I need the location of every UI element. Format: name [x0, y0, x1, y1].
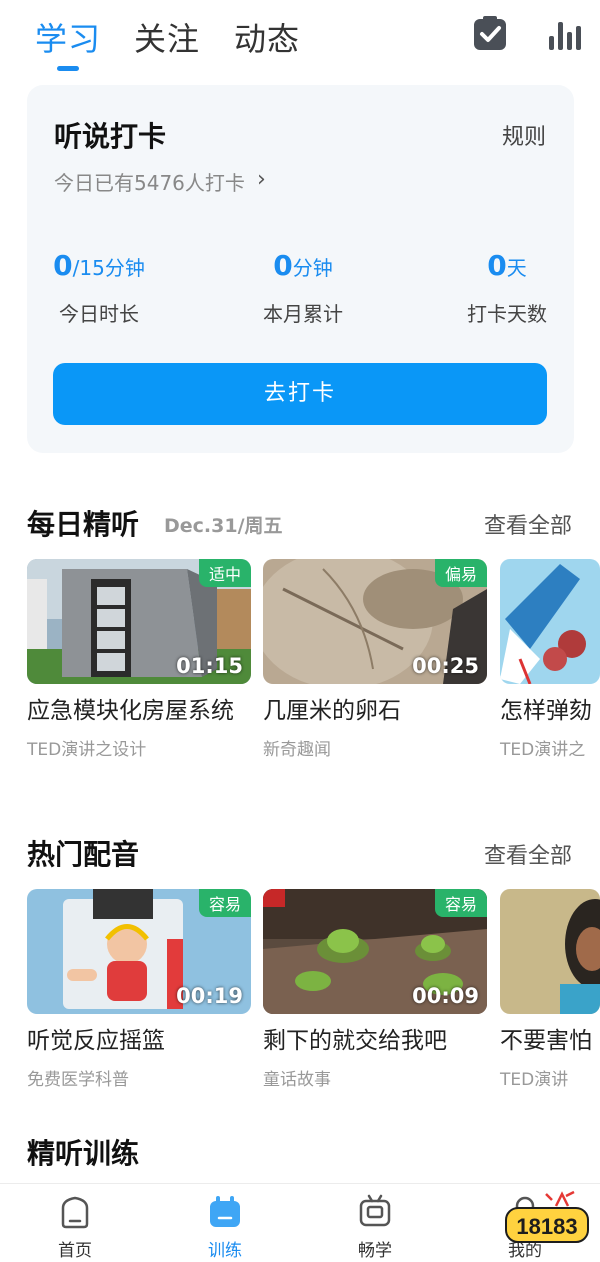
stat-today-value: 0 — [53, 249, 73, 282]
difficulty-badge: 偏易 — [434, 559, 487, 587]
video-card[interactable]: 适中 01:15 应急模块化房屋系统 TED演讲之设计 — [27, 559, 251, 760]
checkin-button[interactable]: 去打卡 — [53, 363, 547, 425]
video-title: 剩下的就交给我吧 — [263, 1028, 447, 1054]
training-icon — [210, 1196, 240, 1227]
checkin-title: 听说打卡 — [54, 120, 167, 153]
dub-section-title: 热门配音 — [27, 838, 140, 871]
bar-chart-icon[interactable] — [545, 14, 583, 52]
stat-month: 0分钟 本月累计 — [213, 249, 393, 327]
daily-date: Dec.31/周五 — [164, 515, 283, 537]
stat-month-unit: 分钟 — [292, 256, 333, 280]
difficulty-badge: 适中 — [198, 559, 251, 587]
dub-view-all-link[interactable]: 查看全部 — [484, 838, 572, 870]
nav-explore[interactable]: 畅学 — [325, 1194, 425, 1261]
nav-training-label: 训练 — [208, 1241, 242, 1261]
video-category: TED演讲之 — [500, 740, 586, 760]
stat-month-label: 本月累计 — [263, 302, 343, 326]
video-category: TED演讲 — [500, 1070, 569, 1090]
video-thumbnail[interactable]: 适中 01:15 — [27, 559, 251, 684]
stat-days-label: 打卡天数 — [467, 302, 547, 326]
tab-active-indicator — [57, 66, 79, 71]
stat-days-unit: 天 — [506, 256, 527, 280]
clipboard-check-icon[interactable] — [471, 14, 509, 52]
tab-feed[interactable]: 动态 — [234, 14, 300, 60]
video-thumbnail[interactable]: 偏易 00:25 — [263, 559, 487, 684]
tab-study[interactable]: 学习 — [35, 14, 101, 60]
video-thumbnail[interactable]: 容易 00:09 — [263, 889, 487, 1014]
rules-link[interactable]: 规则 — [502, 119, 546, 151]
stat-today-unit: /15分钟 — [72, 256, 145, 280]
dub-card[interactable]: 容易 00:09 剩下的就交给我吧 童话故事 — [263, 889, 487, 1090]
video-title: 不要害怕 — [500, 1028, 592, 1054]
video-thumbnail[interactable] — [500, 889, 600, 1014]
video-title: 怎样弹劾 — [500, 698, 592, 724]
difficulty-badge: 容易 — [198, 889, 251, 917]
stat-days: 0天 打卡天数 — [417, 249, 597, 327]
home-icon — [61, 1196, 89, 1229]
video-category: TED演讲之设计 — [27, 740, 147, 760]
dub-card[interactable]: 不要害怕 TED演讲 — [500, 889, 600, 1090]
daily-section-title: 每日精听 — [27, 508, 140, 541]
difficulty-badge: 容易 — [434, 889, 487, 917]
nav-training[interactable]: 训练 — [175, 1194, 275, 1261]
video-card[interactable]: 偏易 00:25 几厘米的卵石 新奇趣闻 — [263, 559, 487, 760]
daily-view-all-link[interactable]: 查看全部 — [484, 508, 572, 540]
video-title: 听觉反应摇篮 — [27, 1028, 165, 1054]
training-section-title: 精听训练 — [27, 1137, 140, 1170]
video-duration: 00:19 — [176, 984, 243, 1008]
stat-month-value: 0 — [273, 249, 293, 282]
video-title: 几厘米的卵石 — [263, 698, 401, 724]
tv-icon — [359, 1194, 391, 1227]
nav-home[interactable]: 首页 — [25, 1194, 125, 1261]
video-category: 童话故事 — [263, 1070, 331, 1090]
video-duration: 01:15 — [176, 654, 243, 678]
stat-days-value: 0 — [487, 249, 507, 282]
stat-today: 0/15分钟 今日时长 — [9, 249, 189, 327]
nav-explore-label: 畅学 — [358, 1241, 392, 1261]
video-duration: 00:09 — [412, 984, 479, 1008]
video-title: 应急模块化房屋系统 — [27, 698, 234, 724]
video-duration: 00:25 — [412, 654, 479, 678]
video-card[interactable]: 怎样弹劾 TED演讲之 — [500, 559, 600, 760]
video-category: 新奇趣闻 — [263, 740, 331, 760]
tab-follow[interactable]: 关注 — [134, 14, 200, 60]
video-thumbnail[interactable]: 容易 00:19 — [27, 889, 251, 1014]
stat-today-label: 今日时长 — [59, 302, 139, 326]
dub-card[interactable]: 容易 00:19 听觉反应摇篮 免费医学科普 — [27, 889, 251, 1090]
video-thumbnail[interactable] — [500, 559, 600, 684]
checkin-count[interactable]: 今日已有5476人打卡 — [54, 167, 245, 196]
watermark-text: 18183 — [516, 1214, 577, 1239]
top-tab-bar: 学习 关注 动态 — [0, 0, 600, 80]
chevron-right-icon[interactable]: › — [257, 167, 266, 192]
nav-home-label: 首页 — [58, 1241, 92, 1261]
checkin-card: 听说打卡 规则 今日已有5476人打卡 › 0/15分钟 今日时长 0分钟 本月… — [27, 85, 574, 453]
site-watermark-logo: 18183 — [505, 1190, 589, 1243]
video-category: 免费医学科普 — [27, 1070, 129, 1090]
